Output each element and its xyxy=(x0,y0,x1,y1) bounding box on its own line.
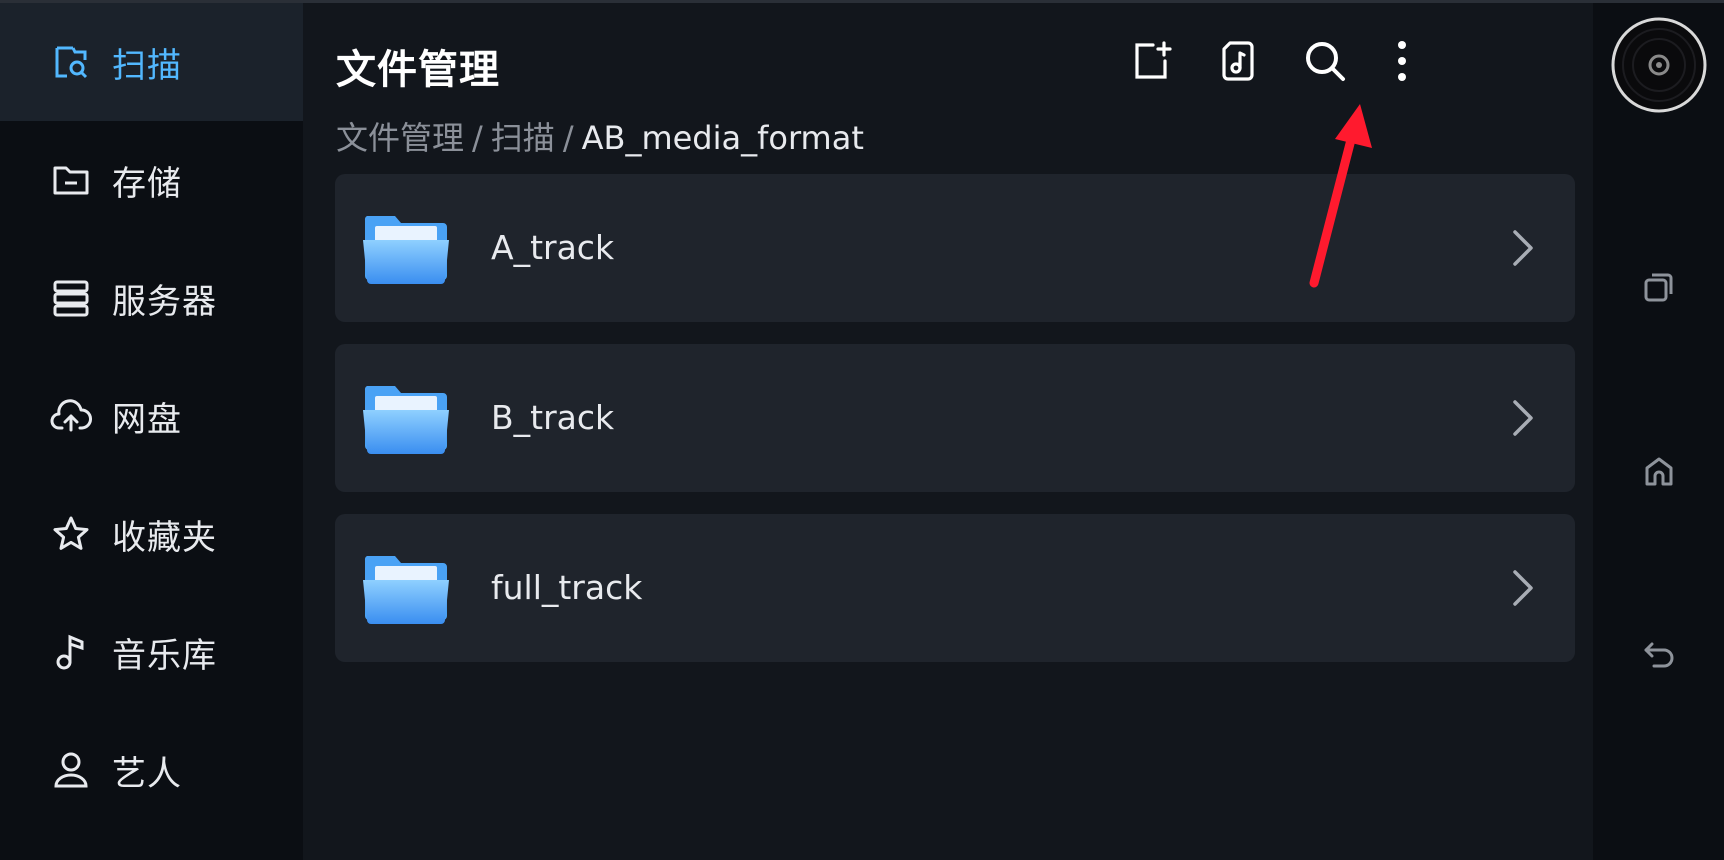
recent-apps-icon xyxy=(1642,270,1676,308)
folder-storage-icon xyxy=(50,159,92,201)
sidebar: 扫描 存储 服务器 网盘 收藏夹 音乐库 艺人 xyxy=(0,3,303,860)
folder-row-full-track[interactable]: full_track xyxy=(335,514,1575,662)
search-icon xyxy=(1302,38,1348,88)
sidebar-item-label: 存储 xyxy=(112,163,182,204)
system-nav-rail xyxy=(1593,3,1724,860)
sidebar-item-music-library[interactable]: 音乐库 xyxy=(0,593,303,711)
person-icon xyxy=(50,749,92,791)
page-title: 文件管理 xyxy=(336,47,500,93)
sidebar-item-label: 网盘 xyxy=(112,399,182,440)
chevron-right-icon xyxy=(1497,564,1545,612)
sidebar-item-label: 音乐库 xyxy=(112,635,217,676)
search-button[interactable] xyxy=(1297,35,1353,91)
folder-row-b-track[interactable]: B_track xyxy=(335,344,1575,492)
music-file-button[interactable] xyxy=(1210,35,1266,91)
sidebar-item-label: 扫描 xyxy=(112,45,182,86)
breadcrumb-separator: / xyxy=(472,119,483,157)
breadcrumb-current: AB_media_format xyxy=(581,119,864,157)
back-button[interactable] xyxy=(1631,629,1687,685)
folder-name: A_track xyxy=(491,228,615,267)
folder-icon xyxy=(361,380,451,456)
music-note-icon xyxy=(50,631,92,673)
sidebar-item-storage[interactable]: 存储 xyxy=(0,121,303,239)
sidebar-item-label: 艺人 xyxy=(112,753,182,794)
scan-folder-icon xyxy=(50,41,92,83)
sidebar-item-scan[interactable]: 扫描 xyxy=(0,3,303,121)
folder-icon xyxy=(361,550,451,626)
vinyl-disc-icon[interactable] xyxy=(1611,17,1707,113)
sidebar-item-favorites[interactable]: 收藏夹 xyxy=(0,475,303,593)
star-icon xyxy=(50,513,92,555)
server-icon xyxy=(50,277,92,319)
chevron-right-icon xyxy=(1497,224,1545,272)
sidebar-item-label: 收藏夹 xyxy=(112,517,217,558)
music-file-icon xyxy=(1216,39,1260,87)
cloud-upload-icon xyxy=(50,395,92,437)
chevron-right-icon xyxy=(1497,394,1545,442)
breadcrumb: 文件管理 / 扫描 / AB_media_format xyxy=(336,113,864,159)
breadcrumb-separator: / xyxy=(562,119,574,157)
more-options-button[interactable] xyxy=(1374,35,1430,91)
more-vertical-icon xyxy=(1392,39,1412,87)
recent-apps-button[interactable] xyxy=(1631,261,1687,317)
new-folder-icon xyxy=(1129,39,1173,87)
folder-icon xyxy=(361,210,451,286)
sidebar-item-label: 服务器 xyxy=(112,281,217,322)
sidebar-item-artists[interactable]: 艺人 xyxy=(0,711,303,829)
main-panel: 文件管理 文件管理 / 扫描 / AB_media_format A_track… xyxy=(303,3,1593,860)
breadcrumb-item[interactable]: 文件管理 xyxy=(336,119,464,157)
folder-name: B_track xyxy=(491,398,615,437)
home-button[interactable] xyxy=(1631,445,1687,501)
back-icon xyxy=(1642,638,1676,676)
new-folder-button[interactable] xyxy=(1123,35,1179,91)
folder-row-a-track[interactable]: A_track xyxy=(335,174,1575,322)
sidebar-item-cloud[interactable]: 网盘 xyxy=(0,357,303,475)
home-icon xyxy=(1642,454,1676,492)
sidebar-item-server[interactable]: 服务器 xyxy=(0,239,303,357)
breadcrumb-item[interactable]: 扫描 xyxy=(491,119,555,157)
folder-name: full_track xyxy=(491,568,643,607)
